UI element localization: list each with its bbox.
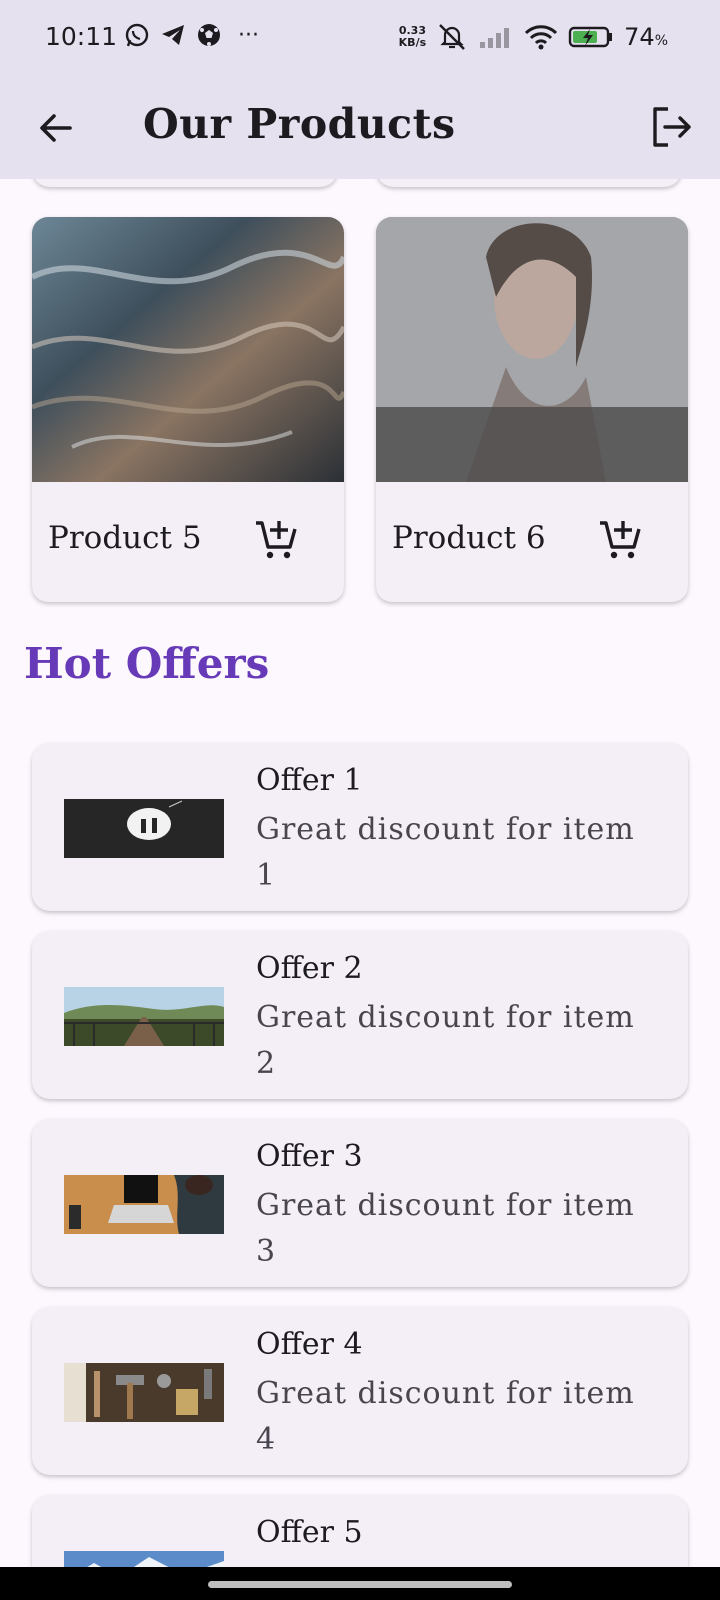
offer-description: Great discount for item 4 [256, 1376, 635, 1457]
product-card[interactable]: Product 6 [376, 217, 688, 602]
wifi-icon [525, 25, 558, 50]
offer-title: Offer 3 [256, 1139, 363, 1174]
battery-charging-icon [568, 26, 613, 48]
product-card-partial[interactable] [376, 179, 682, 187]
add-to-cart-icon[interactable] [254, 517, 298, 561]
cell-signal-icon [480, 28, 510, 48]
more-notifications-icon: ··· [238, 22, 259, 48]
product-name: Product 6 [392, 520, 546, 556]
silent-bell-icon [439, 24, 465, 50]
offer-image [64, 799, 224, 858]
app-bar: Our Products [0, 80, 720, 179]
offer-description: Great discount for item 3 [256, 1188, 635, 1269]
offer-card[interactable]: Offer 2 Great discount for item 2 [32, 931, 688, 1099]
hot-offers-heading: Hot Offers [24, 639, 270, 688]
offer-title: Offer 1 [256, 763, 363, 798]
status-bar: 10:11 ··· 0.33 KB/s 74% [0, 0, 720, 80]
home-gesture-handle[interactable] [208, 1581, 512, 1588]
product-image [376, 217, 688, 482]
offer-title: Offer 5 [256, 1515, 363, 1550]
offer-title: Offer 4 [256, 1327, 363, 1362]
offer-description: Great discount for item 2 [256, 1000, 635, 1081]
product-card[interactable]: Product 5 [32, 217, 344, 602]
offer-card[interactable]: Offer 5 [32, 1495, 688, 1567]
product-name: Product 5 [48, 520, 202, 556]
offer-image [64, 1363, 224, 1422]
product-image [32, 217, 344, 482]
status-time: 10:11 [45, 22, 118, 51]
system-navigation-bar [0, 1567, 720, 1600]
product-card-partial[interactable] [32, 179, 338, 187]
football-icon [198, 24, 220, 46]
page-title: Our Products [143, 100, 456, 148]
system-icons: 0.33 KB/s 74% [399, 22, 668, 52]
whatsapp-icon [125, 23, 149, 47]
back-arrow-icon[interactable] [34, 106, 78, 150]
offer-card[interactable]: Offer 1 Great discount for item 1 [32, 743, 688, 911]
offer-description: Great discount for item 1 [256, 812, 635, 893]
main-content[interactable]: Product 5 Product 6 Hot Offers Offer 1 G… [0, 179, 720, 1567]
offer-image [64, 1175, 224, 1234]
network-speed: 0.33 KB/s [398, 24, 427, 49]
telegram-icon [162, 25, 184, 45]
battery-percent: 74% [624, 23, 668, 51]
offer-image [64, 987, 224, 1046]
offer-image [64, 1551, 224, 1567]
offer-card[interactable]: Offer 3 Great discount for item 3 [32, 1119, 688, 1287]
add-to-cart-icon[interactable] [598, 517, 642, 561]
offer-title: Offer 2 [256, 951, 363, 986]
notification-icons: ··· [124, 22, 259, 48]
offer-card[interactable]: Offer 4 Great discount for item 4 [32, 1307, 688, 1475]
logout-icon[interactable] [648, 104, 694, 150]
